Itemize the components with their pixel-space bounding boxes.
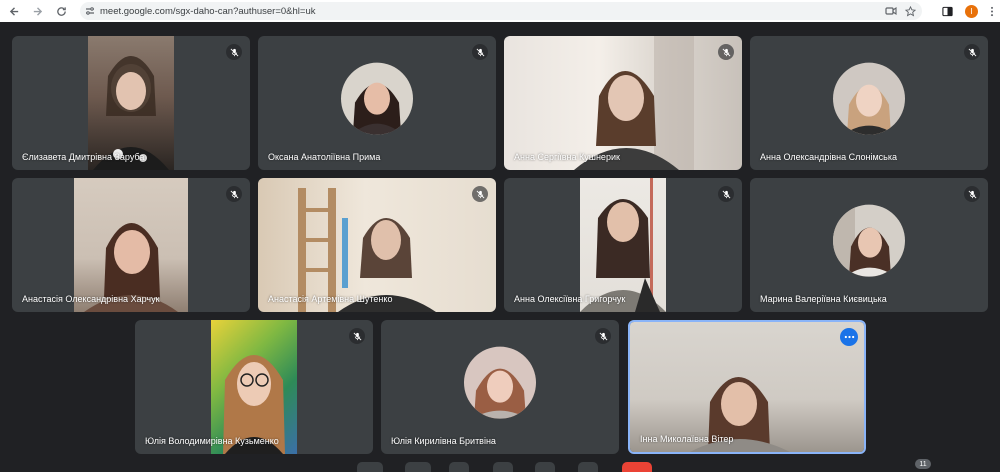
person-silhouette [223,355,285,454]
mic-off-indicator [226,186,242,202]
participant-video [580,178,666,312]
more-options-icon [844,335,854,339]
control-button[interactable] [578,462,598,472]
camera-icon[interactable] [885,6,897,16]
participant-avatar [833,204,905,277]
mic-off-indicator [964,44,980,60]
participant-name: Оксана Анатоліївна Прима [268,152,381,162]
control-button[interactable] [405,462,431,472]
leave-call-button[interactable] [622,462,652,472]
person-silhouette [298,188,436,312]
mic-off-icon [722,48,730,56]
mic-off-indicator [349,328,365,344]
mic-off-icon [722,190,730,198]
mic-off-icon [476,48,484,56]
reload-icon [56,6,66,16]
participant-video [88,36,174,170]
address-bar[interactable]: meet.google.com/sgx-daho-can?authuser=0&… [80,2,922,20]
participant-name: Інна Миколаївна Вітер [640,434,734,444]
person-silhouette [84,223,178,312]
participant-name: Юлія Кирилівна Бритвіна [391,436,496,446]
profile-avatar[interactable]: I [965,4,978,18]
participant-name: Єлизавета Дмитрівна Заруба [22,152,145,162]
mic-off-indicator [718,186,734,202]
mic-off-icon [230,190,238,198]
back-button[interactable] [3,0,25,22]
mic-off-indicator [472,186,488,202]
person-silhouette [690,377,790,452]
person-silhouette [93,56,169,170]
more-options-button[interactable] [840,328,858,346]
person-silhouette [843,84,895,135]
control-button[interactable] [357,462,383,472]
forward-arrow-icon [33,6,42,16]
participant-tile[interactable]: Анастасія Олександрівна Харчук [12,178,250,312]
participant-video [211,320,297,454]
participant-name: Анна Олексіївна Григорчук [514,294,626,304]
site-settings-button[interactable] [80,6,100,16]
sidebar-icon[interactable] [942,6,953,17]
menu-icon[interactable] [990,6,994,17]
participant-tile-speaking[interactable]: Інна Миколаївна Вітер [628,320,866,454]
participant-name: Юлія Володимирівна Кузьменко [145,436,279,446]
person-silhouette [351,82,403,135]
participant-avatar [341,62,413,135]
person-silhouette [580,178,666,312]
participant-tile[interactable]: Анна Олександрівна Слонімська [750,36,988,170]
participant-video [630,322,864,452]
participant-tile[interactable]: Єлизавета Дмитрівна Заруба [12,36,250,170]
meeting-controls [0,458,1000,472]
person-silhouette [472,368,528,419]
star-icon[interactable] [905,5,916,17]
participant-tile[interactable]: Анастасія Артемівна Шутенко [258,178,496,312]
participant-video [74,178,188,312]
mic-off-indicator [964,186,980,202]
person-silhouette [574,36,694,170]
control-button[interactable] [535,462,555,472]
mic-off-icon [599,332,607,340]
meeting-stage: Єлизавета Дмитрівна Заруба Оксана Анатол… [0,22,1000,469]
site-settings-icon [86,7,94,15]
browser-toolbar: meet.google.com/sgx-daho-can?authuser=0&… [0,0,1000,22]
participant-tile[interactable]: Марина Валеріївна Києвицька [750,178,988,312]
forward-button[interactable] [26,0,48,22]
mic-off-icon [476,190,484,198]
participant-tile[interactable]: Юлія Володимирівна Кузьменко [135,320,373,454]
participant-avatar [833,62,905,135]
mic-off-indicator [595,328,611,344]
url-text[interactable]: meet.google.com/sgx-daho-can?authuser=0&… [100,6,315,17]
mic-off-indicator [718,44,734,60]
control-button[interactable] [449,462,469,472]
control-button[interactable] [493,462,513,472]
participant-video [504,36,742,170]
participant-name: Марина Валеріївна Києвицька [760,294,887,304]
participant-avatar [464,346,536,419]
participant-tile[interactable]: Оксана Анатоліївна Прима [258,36,496,170]
person-silhouette [833,204,895,277]
mic-off-icon [230,48,238,56]
participant-tile[interactable]: Юлія Кирилівна Бритвіна [381,320,619,454]
reload-button[interactable] [50,0,72,22]
participant-name: Анна Олександрівна Слонімська [760,152,897,162]
mic-off-indicator [472,44,488,60]
back-arrow-icon [9,6,18,16]
participant-name: Анастасія Артемівна Шутенко [268,294,393,304]
participant-video [258,178,496,312]
mic-off-indicator [226,44,242,60]
mic-off-icon [353,332,361,340]
participant-name: Анастасія Олександрівна Харчук [22,294,160,304]
participant-count-badge[interactable]: 11 [915,459,931,469]
mic-off-icon [968,48,976,56]
participant-tile[interactable]: Анна Олексіївна Григорчук [504,178,742,312]
participant-name: Анна Сергіївна Кушнерик [514,152,620,162]
participant-tile[interactable]: Анна Сергіївна Кушнерик [504,36,742,170]
mic-off-icon [968,190,976,198]
